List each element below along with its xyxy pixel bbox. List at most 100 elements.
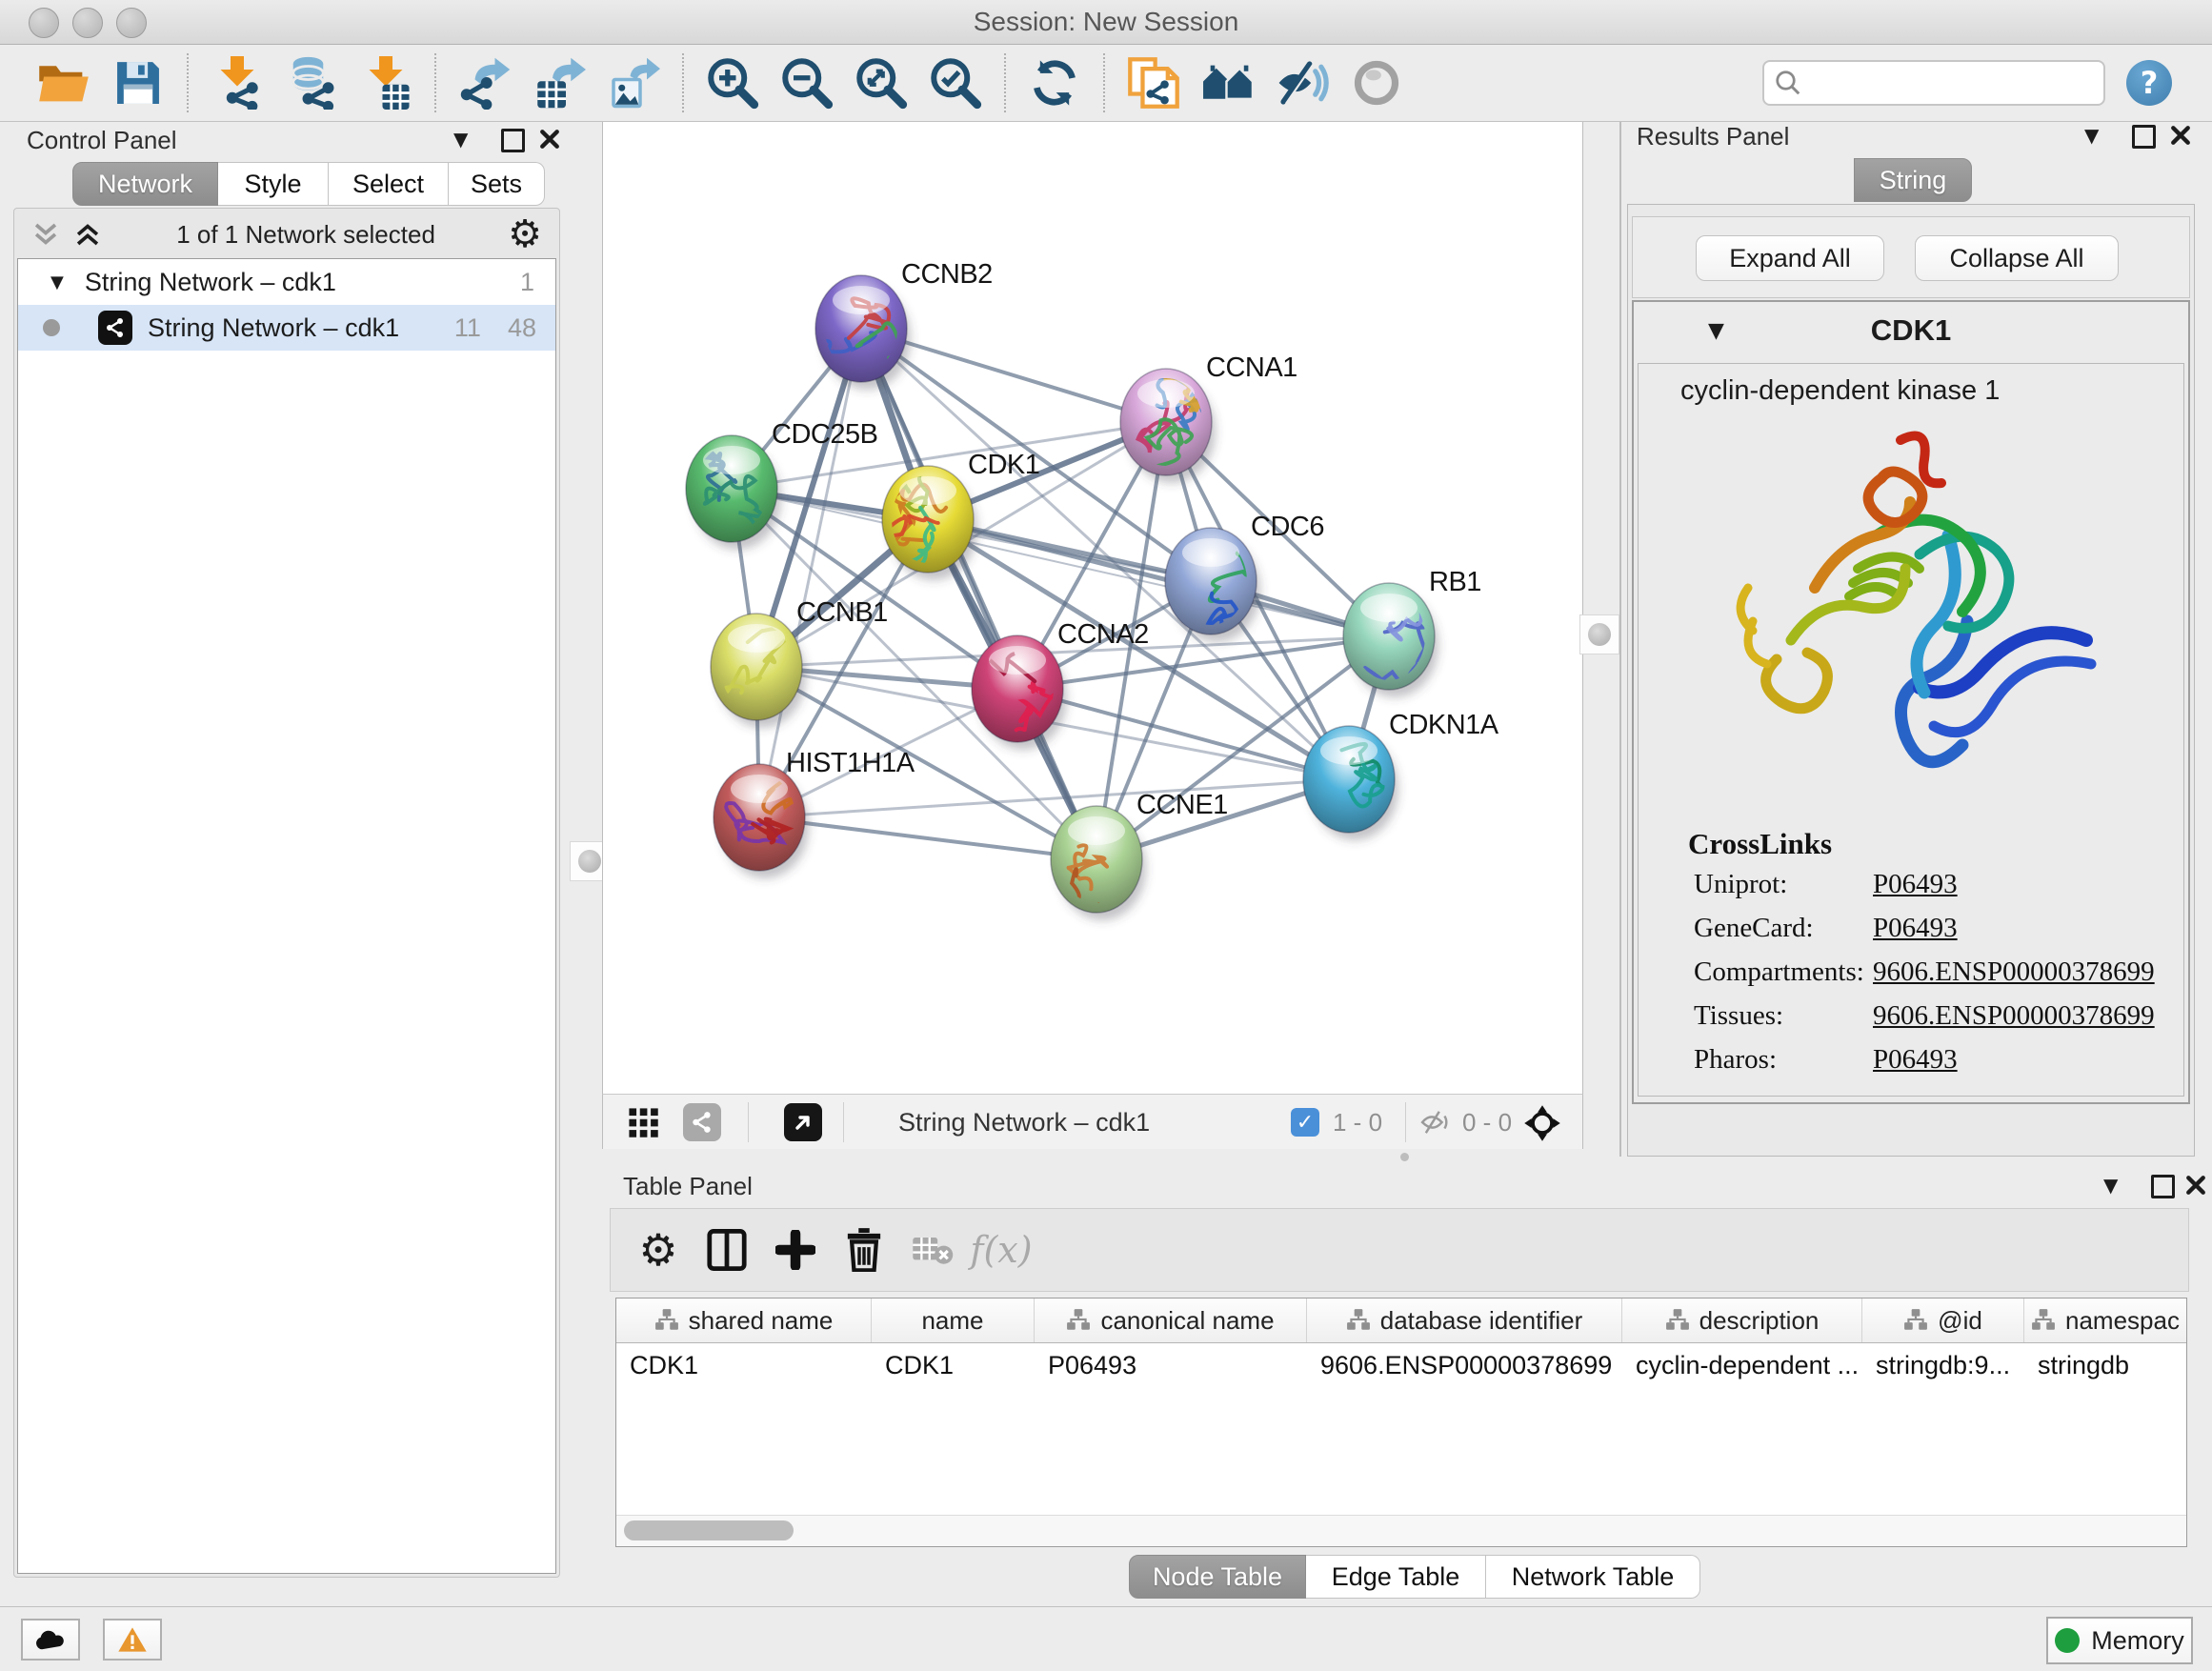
eye-slash-icon (1275, 59, 1330, 107)
crosslink-compartments-link[interactable]: 9606.ENSP00000378699 (1873, 956, 2155, 988)
export-table-button[interactable] (522, 50, 596, 116)
cell-namespace[interactable]: stringdb (2024, 1343, 2186, 1387)
table-horizontal-scrollbar[interactable] (616, 1515, 2186, 1546)
network-view-toolbar: String Network – cdk1 ✓ 1 - 0 0 - 0 (602, 1094, 1583, 1149)
column-header-database-identifier[interactable]: database identifier (1307, 1299, 1622, 1342)
right-splitter-handle[interactable] (1579, 614, 1619, 654)
table-toolbar: ⚙ f(x) (610, 1208, 2189, 1292)
table-options-button[interactable]: ⚙ (624, 1216, 693, 1284)
results-panel-menu-icon[interactable]: ▼ (2084, 124, 2099, 147)
delete-column-button[interactable] (830, 1216, 898, 1284)
grid-view-icon[interactable] (628, 1107, 660, 1139)
table-panel-float-icon[interactable] (2151, 1175, 2175, 1198)
scrollbar-thumb[interactable] (624, 1520, 794, 1540)
column-header-description[interactable]: description (1622, 1299, 1862, 1342)
horizontal-splitter[interactable] (602, 1149, 2202, 1164)
collection-expander-icon[interactable]: ▼ (50, 272, 64, 292)
import-network-from-file-button[interactable] (200, 50, 274, 116)
cell-name[interactable]: CDK1 (872, 1343, 1035, 1387)
hide-selection-button[interactable] (1265, 50, 1339, 116)
results-panel-float-icon[interactable] (2132, 125, 2156, 149)
search-input[interactable] (1802, 68, 2073, 99)
crosslink-tissues-link[interactable]: 9606.ENSP00000378699 (1873, 1000, 2155, 1032)
zoom-in-button[interactable] (695, 50, 770, 116)
collapse-all-icon[interactable] (30, 218, 62, 251)
tab-network[interactable]: Network (72, 162, 218, 206)
expand-all-icon[interactable] (71, 218, 104, 251)
tab-style[interactable]: Style (218, 162, 329, 206)
network-edge[interactable] (759, 779, 1349, 817)
export-network-button[interactable] (448, 50, 522, 116)
network-row[interactable]: String Network – cdk1 11 48 (18, 305, 555, 351)
tab-edge-table[interactable]: Edge Table (1306, 1555, 1486, 1599)
node-description: cyclin-dependent kinase 1 (1680, 375, 2000, 407)
cell-database-identifier[interactable]: 9606.ENSP00000378699 (1307, 1343, 1622, 1387)
control-panel-close-icon[interactable] (539, 129, 560, 150)
network-graph: CCNB2CCNA1CDC25BCDK1CDC6RB1CCNB1CCNA2CDK… (603, 122, 1582, 1092)
control-panel-menu-icon[interactable]: ▼ (453, 128, 468, 151)
import-table-from-file-button[interactable] (349, 50, 423, 116)
network-tree: ▼ String Network – cdk1 1 String Network… (17, 258, 556, 1574)
memory-button[interactable]: Memory (2046, 1617, 2193, 1664)
search-icon (1774, 69, 1802, 97)
crosslink-uniprot-link[interactable]: P06493 (1873, 869, 1958, 900)
tab-node-table[interactable]: Node Table (1129, 1555, 1306, 1599)
crosslink-pharos-link[interactable]: P06493 (1873, 1044, 1958, 1076)
tab-select[interactable]: Select (329, 162, 449, 206)
tab-string[interactable]: String (1854, 158, 1972, 202)
string-network-badge-icon (98, 311, 132, 345)
export-network-icon (458, 56, 512, 110)
open-session-button[interactable] (27, 50, 101, 116)
open-in-window-icon[interactable] (784, 1103, 822, 1141)
column-header-namespace[interactable]: namespac (2024, 1299, 2186, 1342)
cloud-button[interactable] (21, 1619, 80, 1661)
column-header-name[interactable]: name (872, 1299, 1035, 1342)
table-row[interactable]: CDK1 CDK1 P06493 9606.ENSP00000378699 cy… (616, 1343, 2186, 1387)
import-network-from-database-button[interactable] (274, 50, 349, 116)
table-panel-menu-icon[interactable]: ▼ (2103, 1174, 2118, 1197)
tab-sets[interactable]: Sets (449, 162, 545, 206)
column-header-id[interactable]: @id (1862, 1299, 2024, 1342)
zoom-out-button[interactable] (770, 50, 844, 116)
toolbar-separator (187, 53, 189, 112)
column-header-canonical-name[interactable]: canonical name (1035, 1299, 1307, 1342)
right-splitter[interactable] (1583, 122, 1621, 1157)
network-edge[interactable] (759, 329, 861, 817)
tab-network-table[interactable]: Network Table (1486, 1555, 1700, 1599)
left-splitter[interactable] (564, 122, 602, 1606)
collapse-all-button[interactable]: Collapse All (1915, 235, 2119, 281)
column-header-shared-name[interactable]: shared name (616, 1299, 872, 1342)
table-panel-close-icon[interactable] (2185, 1175, 2206, 1196)
string-view-icon[interactable] (683, 1103, 721, 1141)
memory-label: Memory (2091, 1626, 2184, 1656)
cell-id[interactable]: stringdb:9... (1862, 1343, 2024, 1387)
change-species-button[interactable] (1191, 50, 1265, 116)
network-collection-row[interactable]: ▼ String Network – cdk1 1 (18, 259, 555, 305)
column-network-icon (1346, 1308, 1371, 1333)
save-session-button[interactable] (101, 50, 175, 116)
help-button[interactable]: ? (2126, 60, 2172, 106)
warnings-button[interactable] (103, 1619, 162, 1661)
cell-canonical-name[interactable]: P06493 (1035, 1343, 1307, 1387)
zoom-selected-button[interactable] (918, 50, 993, 116)
network-canvas[interactable]: CCNB2CCNA1CDC25BCDK1CDC6RB1CCNB1CCNA2CDK… (602, 122, 1583, 1094)
show-columns-button[interactable] (693, 1216, 761, 1284)
network-options-gear-icon[interactable]: ⚙ (508, 215, 542, 253)
node-label-HIST1H1A: HIST1H1A (786, 748, 915, 778)
show-all-button[interactable] (1339, 50, 1414, 116)
create-column-button[interactable] (761, 1216, 830, 1284)
zoom-fit-button[interactable] (844, 50, 918, 116)
birds-eye-toggle-icon[interactable] (1523, 1104, 1561, 1142)
network-node-count: 11 (454, 313, 481, 343)
apply-layout-button[interactable] (1017, 50, 1092, 116)
export-image-button[interactable] (596, 50, 671, 116)
new-network-from-selection-button[interactable] (1116, 50, 1191, 116)
network-edge[interactable] (759, 817, 1096, 859)
selected-items-checkbox[interactable]: ✓ (1291, 1108, 1319, 1137)
results-panel-close-icon[interactable] (2170, 125, 2191, 146)
crosslink-genecard-link[interactable]: P06493 (1873, 913, 1958, 944)
cell-shared-name[interactable]: CDK1 (616, 1343, 872, 1387)
expand-all-button[interactable]: Expand All (1696, 235, 1884, 281)
cell-description[interactable]: cyclin-dependent ... (1622, 1343, 1862, 1387)
control-panel-float-icon[interactable] (501, 129, 525, 152)
